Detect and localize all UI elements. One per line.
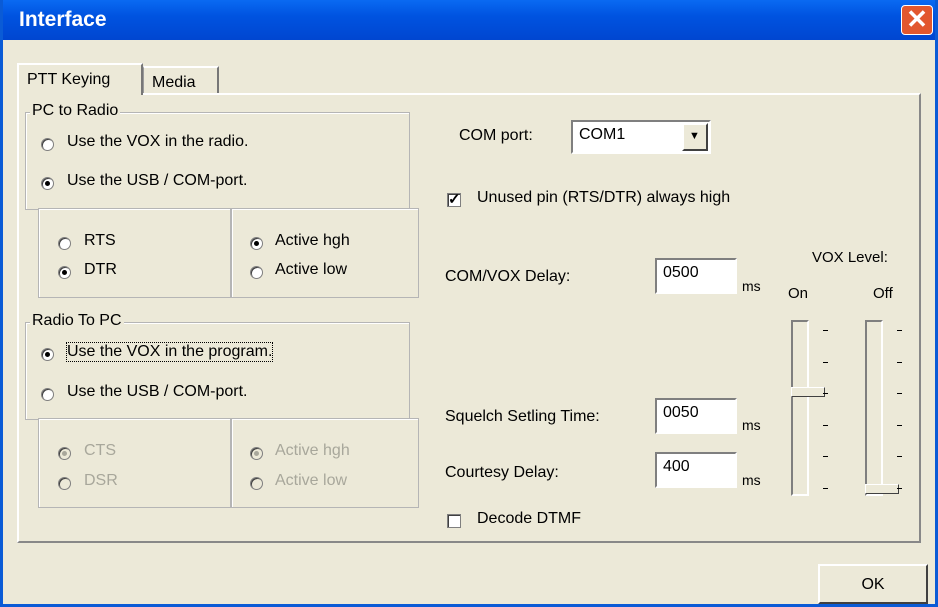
slider-tick	[823, 361, 828, 363]
dsr-radio	[58, 477, 71, 490]
radio-level-group	[231, 418, 419, 508]
slider-tick	[823, 330, 828, 331]
option-label: CTS	[84, 442, 116, 459]
unused-pin-label: Unused pin (RTS/DTR) always high	[477, 189, 731, 206]
input-value: 0050	[663, 404, 699, 421]
radio-to-pc-group: Radio To PC	[25, 312, 410, 420]
radio-to-pc-vox-radio[interactable]	[41, 348, 54, 361]
pc-to-radio-usb-radio[interactable]	[41, 177, 54, 190]
unused-pin-checkbox[interactable]	[447, 190, 461, 208]
unit-label: ms	[742, 278, 761, 294]
pc-to-radio-vox-radio[interactable]	[41, 138, 54, 151]
option-label: Use the VOX in the program.	[65, 342, 274, 362]
vox-off-label: Off	[873, 285, 893, 302]
slider-tick	[897, 330, 902, 331]
group-title: Radio To PC	[30, 312, 124, 330]
vox-on-slider-thumb[interactable]	[791, 386, 825, 397]
option-label: Active hgh	[275, 232, 350, 249]
slider-tick	[823, 456, 828, 457]
tab-label: Media	[152, 74, 196, 91]
pc-to-radio-group: PC to Radio	[25, 102, 410, 210]
option-label: DTR	[84, 261, 117, 278]
slider-tick	[897, 424, 902, 426]
com-vox-delay-input[interactable]: 0500	[655, 258, 737, 294]
chevron-down-icon: ▼	[689, 130, 700, 142]
title-bar[interactable]: Interface ✕	[3, 0, 935, 40]
option-label: DSR	[84, 472, 118, 489]
option-label: Use the VOX in the radio.	[67, 133, 249, 150]
group-title: PC to Radio	[30, 102, 121, 120]
dtr-radio[interactable]	[58, 266, 71, 279]
input-value: 400	[663, 458, 690, 475]
courtesy-input[interactable]: 400	[655, 452, 737, 488]
option-label: Active low	[275, 261, 348, 278]
slider-tick	[823, 424, 828, 426]
com-port-label: COM port:	[459, 127, 533, 144]
radio-pin-group	[38, 418, 231, 508]
window-title: Interface	[19, 8, 107, 31]
rts-radio[interactable]	[58, 237, 71, 250]
pc-pin-group	[38, 208, 231, 298]
input-value: 0500	[663, 264, 699, 281]
courtesy-label: Courtesy Delay:	[445, 464, 559, 481]
pc-level-group	[231, 208, 419, 298]
active-low-radio	[250, 477, 263, 490]
slider-tick	[823, 393, 828, 394]
decode-dtmf-checkbox[interactable]	[447, 514, 461, 528]
squelch-label: Squelch Setling Time:	[445, 408, 600, 425]
option-label: Use the USB / COM-port.	[67, 383, 248, 400]
tab-ptt-keying[interactable]: PTT Keying	[17, 63, 143, 95]
active-low-radio[interactable]	[250, 266, 263, 279]
vox-off-slider[interactable]	[865, 320, 899, 496]
com-port-dropdown-button[interactable]: ▼	[682, 123, 708, 151]
unit-label: ms	[742, 472, 761, 488]
radio-to-pc-usb-radio[interactable]	[41, 388, 54, 401]
interface-dialog: Interface ✕ PTT Keying Media PC to Radio…	[0, 0, 938, 607]
decode-dtmf-label: Decode DTMF	[477, 510, 582, 527]
ok-button[interactable]: OK	[818, 564, 928, 604]
slider-tick	[897, 456, 902, 457]
option-label: RTS	[84, 232, 116, 249]
active-high-radio	[250, 447, 263, 460]
slider-tick	[897, 487, 902, 489]
slider-tick	[897, 361, 902, 363]
com-port-select[interactable]: COM1 ▼	[571, 120, 711, 154]
close-button[interactable]: ✕	[901, 4, 933, 35]
vox-off-slider-thumb[interactable]	[865, 484, 899, 494]
option-label: Active low	[275, 472, 348, 489]
close-icon: ✕	[906, 4, 928, 34]
vox-on-slider[interactable]	[791, 320, 825, 496]
option-label: Use the USB / COM-port.	[67, 172, 248, 189]
ok-label: OK	[861, 576, 885, 593]
slider-tick	[897, 393, 902, 394]
option-label: Active hgh	[275, 442, 350, 459]
active-high-radio[interactable]	[250, 237, 263, 250]
vox-on-label: On	[788, 285, 809, 302]
tab-label: PTT Keying	[27, 71, 111, 88]
com-vox-delay-label: COM/VOX Delay:	[445, 268, 571, 285]
slider-tick	[823, 487, 828, 489]
vox-level-label: VOX Level:	[812, 249, 888, 266]
com-port-value: COM1	[579, 126, 626, 143]
tab-media[interactable]: Media	[143, 66, 219, 94]
unit-label: ms	[742, 417, 761, 433]
squelch-input[interactable]: 0050	[655, 398, 737, 434]
cts-radio	[58, 447, 71, 460]
